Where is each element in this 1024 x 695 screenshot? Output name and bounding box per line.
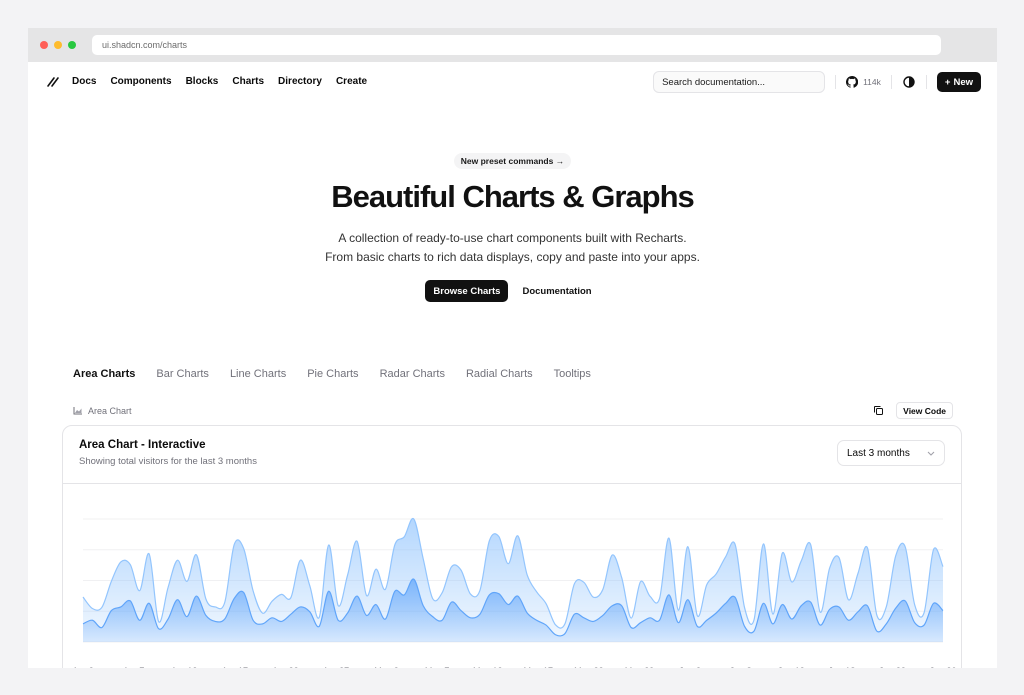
close-window-icon[interactable] — [40, 41, 48, 49]
hero-line-2: From basic charts to rich data displays,… — [325, 250, 700, 264]
x-tick-label: Jun 30 — [929, 666, 956, 668]
chart-tabs: Area Charts Bar Charts Line Charts Pie C… — [73, 368, 591, 380]
divider — [925, 75, 927, 89]
logo-icon[interactable] — [46, 74, 60, 88]
chart-card-header: Area Chart - Interactive Showing total v… — [63, 426, 961, 484]
x-tick-label: Jun 23 — [879, 666, 906, 668]
nav-link-directory[interactable]: Directory — [278, 76, 322, 87]
minimize-window-icon[interactable] — [54, 41, 62, 49]
github-link[interactable]: 114k — [846, 76, 881, 88]
section-label: Area Chart — [88, 405, 132, 416]
x-tick-label: May 17 — [524, 666, 554, 668]
top-nav: Docs Components Blocks Charts Directory … — [28, 62, 997, 100]
tab-line-charts[interactable]: Line Charts — [230, 368, 286, 380]
tab-pie-charts[interactable]: Pie Charts — [307, 368, 358, 380]
divider — [835, 75, 837, 89]
nav-link-charts[interactable]: Charts — [232, 76, 264, 87]
nav-link-docs[interactable]: Docs — [72, 76, 96, 87]
hero-line-1: A collection of ready-to-use chart compo… — [338, 231, 687, 245]
new-button[interactable]: + New — [936, 72, 981, 92]
tab-tooltips[interactable]: Tooltips — [554, 368, 591, 380]
x-tick-label: Apr 27 — [323, 666, 350, 668]
hero-actions: Browse Charts Documentation — [28, 280, 997, 302]
area-chart[interactable]: Apr 2 Apr 7 Apr 12 Apr 17 Apr 22 Apr 27 May 2 M… — [63, 484, 963, 668]
url-bar[interactable]: ui.shadcn.com/charts — [92, 35, 941, 55]
announcement-pill[interactable]: New preset commands → — [453, 153, 572, 169]
x-tick-label: Apr 17 — [221, 666, 248, 668]
browser-bar: ui.shadcn.com/charts — [28, 28, 997, 62]
theme-toggle-icon[interactable] — [902, 75, 916, 89]
x-tick-label: May 7 — [425, 666, 450, 668]
announcement-label: New preset commands — [460, 156, 554, 166]
github-icon — [846, 76, 859, 88]
nav-link-components[interactable]: Components — [110, 76, 171, 87]
nav-links: Docs Components Blocks Charts Directory … — [72, 76, 367, 87]
page-title: Beautiful Charts & Graphs — [331, 179, 695, 214]
tab-bar-charts[interactable]: Bar Charts — [156, 368, 209, 380]
tab-area-charts[interactable]: Area Charts — [73, 368, 135, 380]
x-tick-label: May 23 — [574, 666, 604, 668]
browse-charts-button[interactable]: Browse Charts — [425, 280, 509, 302]
search-input[interactable]: Search documentation... — [653, 71, 826, 93]
tab-radar-charts[interactable]: Radar Charts — [380, 368, 445, 380]
nav-link-create[interactable]: Create — [336, 76, 367, 87]
maximize-window-icon[interactable] — [68, 41, 76, 49]
chart-toolbar-actions: View Code — [873, 402, 953, 419]
x-tick-label: May 29 — [625, 666, 655, 668]
range-select[interactable]: Last 3 months — [837, 440, 945, 466]
range-select-value: Last 3 months — [847, 447, 910, 459]
x-tick-label: Apr 7 — [123, 666, 145, 668]
tab-radial-charts[interactable]: Radial Charts — [466, 368, 533, 380]
hero-description: A collection of ready-to-use chart compo… — [28, 229, 997, 267]
x-tick-label: Apr 22 — [272, 666, 299, 668]
arrow-right-icon: → — [555, 156, 565, 166]
x-tick-label: Jun 18 — [828, 666, 855, 668]
x-tick-label: Jun 3 — [679, 666, 701, 668]
plus-icon: + — [944, 76, 951, 88]
x-tick-label: Apr 2 — [72, 666, 94, 668]
chart-type-label: Area Chart — [73, 406, 132, 416]
chart-description: Showing total visitors for the last 3 mo… — [79, 456, 257, 467]
nav-actions: Search documentation... 114k + New — [653, 71, 981, 93]
area-chart-icon — [73, 407, 82, 415]
chevron-down-icon — [927, 451, 935, 456]
chart-title: Area Chart - Interactive — [79, 439, 206, 451]
github-stars: 114k — [863, 77, 881, 87]
divider — [890, 75, 892, 89]
copy-icon[interactable] — [873, 405, 884, 416]
browser-window: ui.shadcn.com/charts Docs Components Blo… — [28, 28, 997, 668]
view-code-button[interactable]: View Code — [896, 402, 953, 419]
x-tick-label: May 12 — [473, 666, 503, 668]
x-tick-label: Jun 13 — [778, 666, 805, 668]
hero: New preset commands → Beautiful Charts &… — [28, 100, 997, 302]
chart-card: Area Chart - Interactive Showing total v… — [62, 425, 962, 668]
x-tick-label: May 2 — [374, 666, 399, 668]
nav-link-blocks[interactable]: Blocks — [186, 76, 219, 87]
chart-toolbar: Area Chart View Code — [73, 402, 953, 419]
x-tick-label: Jun 8 — [730, 666, 752, 668]
documentation-button[interactable]: Documentation — [514, 280, 599, 302]
x-axis-ticks: Apr 2 Apr 7 Apr 12 Apr 17 Apr 22 Apr 27 May 2 M… — [72, 666, 956, 668]
new-button-label: New — [953, 76, 973, 88]
x-tick-label: Apr 12 — [171, 666, 198, 668]
